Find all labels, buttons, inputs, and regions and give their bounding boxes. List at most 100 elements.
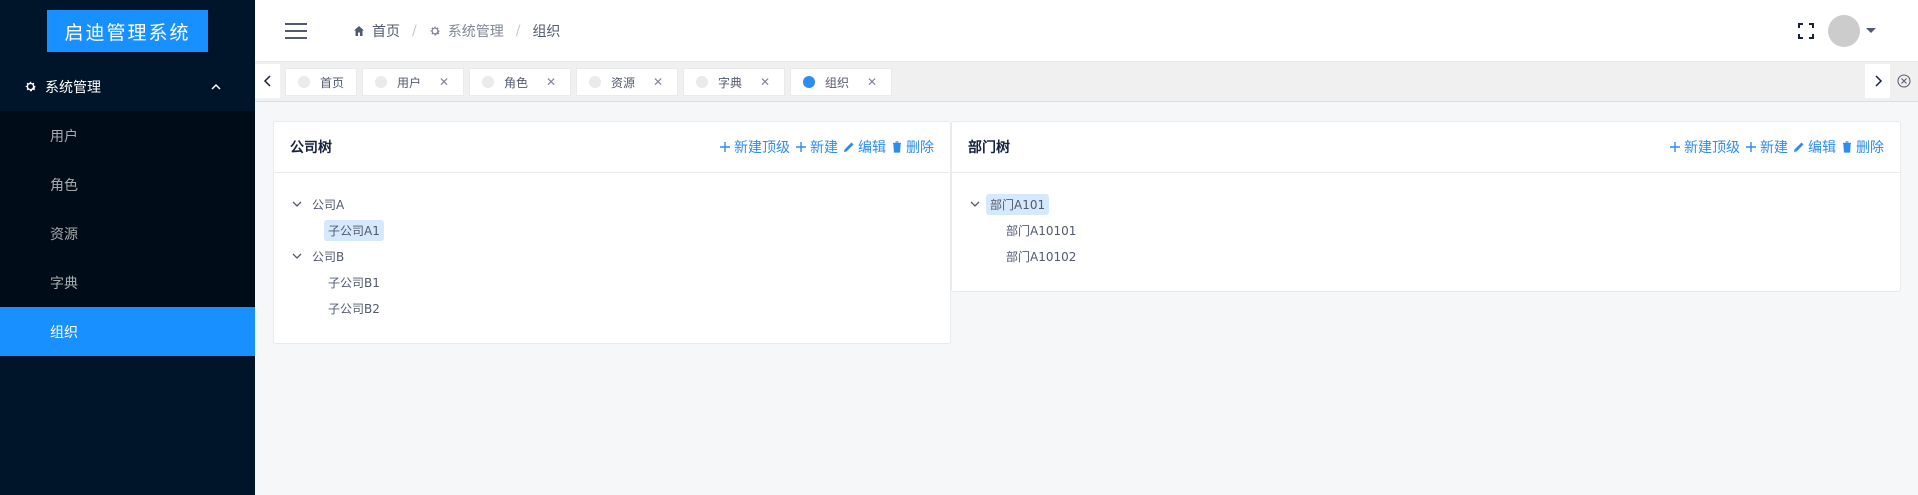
header: 首页 / 系统管理 / 组织 — [255, 0, 1918, 62]
logo[interactable]: 启迪管理系统 — [47, 10, 208, 52]
tag-dot — [696, 76, 708, 88]
submenu: 用户 角色 资源 字典 组织 — [0, 111, 255, 356]
caret-down-icon[interactable] — [1866, 28, 1876, 33]
tag-dot — [803, 76, 815, 88]
tag-organization[interactable]: 组织 ✕ — [790, 68, 892, 96]
trash-icon — [1841, 141, 1853, 153]
card-header: 部门树 新建顶级 新建 编辑 删除 — [952, 122, 1900, 173]
tree-node[interactable]: 子公司B1 — [290, 269, 950, 295]
home-icon — [353, 25, 365, 37]
tag-label: 资源 — [611, 75, 636, 90]
logo-area: 启迪管理系统 — [0, 0, 255, 62]
edit-button[interactable]: 编辑 — [1793, 137, 1836, 157]
chevron-down-icon[interactable] — [968, 197, 982, 211]
breadcrumb-section: 系统管理 — [429, 21, 504, 41]
sidebar-item-roles[interactable]: 角色 — [0, 160, 255, 209]
tree-node[interactable]: 子公司A1 — [290, 217, 950, 243]
tag-dictionary[interactable]: 字典 ✕ — [683, 68, 785, 96]
breadcrumb-current: 组织 — [532, 23, 561, 40]
delete-label: 删除 — [1856, 140, 1884, 156]
chevron-down-icon[interactable] — [290, 197, 304, 211]
trash-icon — [891, 141, 903, 153]
card-title: 公司树 — [290, 140, 332, 156]
tag-dot — [375, 76, 387, 88]
tag-users[interactable]: 用户 ✕ — [362, 68, 464, 96]
tag-home[interactable]: 首页 — [285, 68, 357, 96]
department-tree-card: 部门树 新建顶级 新建 编辑 删除 部门A101 部门A10101 部门A101… — [951, 121, 1901, 292]
tag-dot — [589, 76, 601, 88]
breadcrumb-separator: / — [515, 22, 521, 39]
tree-node-label: 子公司A1 — [324, 219, 384, 241]
tree-node[interactable]: 部门A10102 — [968, 243, 1900, 269]
tree-node-label: 公司A — [312, 197, 345, 212]
edit-button[interactable]: 编辑 — [843, 137, 886, 157]
close-icon[interactable]: ✕ — [546, 75, 556, 89]
tree-node[interactable]: 公司B — [290, 243, 950, 269]
breadcrumb-separator: / — [412, 22, 417, 39]
add-button[interactable]: 新建 — [1745, 137, 1788, 157]
card-actions: 新建顶级 新建 编辑 删除 — [714, 137, 934, 157]
chevron-up-icon — [210, 81, 222, 93]
tree-node[interactable]: 子公司B2 — [290, 295, 950, 321]
close-icon[interactable]: ✕ — [760, 75, 770, 89]
card-title: 部门树 — [968, 140, 1010, 156]
sidebar-item-organization[interactable]: 组织 — [0, 307, 255, 356]
tree-node[interactable]: 部门A10101 — [968, 217, 1900, 243]
delete-button[interactable]: 删除 — [891, 137, 934, 157]
delete-button[interactable]: 删除 — [1841, 137, 1884, 157]
plus-icon — [1745, 141, 1757, 153]
chevron-down-icon[interactable] — [290, 249, 304, 263]
sidebar-item-resources[interactable]: 资源 — [0, 209, 255, 258]
add-top-label: 新建顶级 — [734, 140, 790, 156]
breadcrumb-home[interactable]: 首页 — [353, 21, 400, 41]
sidebar-item-users[interactable]: 用户 — [0, 111, 255, 160]
close-icon[interactable]: ✕ — [867, 75, 877, 89]
chevron-right-icon — [1874, 75, 1882, 87]
menu-group-label: 系统管理 — [45, 79, 101, 96]
delete-label: 删除 — [906, 140, 934, 156]
tree-node[interactable]: 部门A101 — [968, 191, 1900, 217]
card-actions: 新建顶级 新建 编辑 删除 — [1664, 137, 1884, 157]
tag-label: 角色 — [504, 75, 529, 90]
tags-scroll-left-button[interactable] — [255, 64, 280, 98]
tags-list: 首页 用户 ✕ 角色 ✕ 资源 ✕ 字典 ✕ 组织 ✕ — [285, 68, 897, 96]
sidebar-item-dictionary[interactable]: 字典 — [0, 258, 255, 307]
tag-resources[interactable]: 资源 ✕ — [576, 68, 678, 96]
edit-label: 编辑 — [858, 140, 886, 156]
tag-roles[interactable]: 角色 ✕ — [469, 68, 571, 96]
tags-bar: 首页 用户 ✕ 角色 ✕ 资源 ✕ 字典 ✕ 组织 ✕ — [255, 62, 1918, 102]
add-button[interactable]: 新建 — [795, 137, 838, 157]
header-right — [1798, 14, 1876, 47]
tags-scroll-right-button[interactable] — [1865, 64, 1890, 98]
tree-node-label: 部门A101 — [986, 193, 1050, 215]
plus-icon — [795, 141, 807, 153]
tag-label: 组织 — [825, 75, 850, 90]
edit-label: 编辑 — [1808, 140, 1836, 156]
menu-group-system[interactable]: 系统管理 — [0, 62, 255, 111]
gear-icon — [429, 25, 441, 37]
tree-node-label: 子公司B2 — [328, 301, 380, 316]
tree-node[interactable]: 公司A — [290, 191, 950, 217]
tree-node-label: 子公司B1 — [328, 275, 380, 290]
add-label: 新建 — [810, 140, 838, 156]
fullscreen-icon[interactable] — [1798, 22, 1814, 39]
close-circle-icon — [1897, 74, 1911, 88]
tree-node-label: 公司B — [312, 249, 345, 264]
card-header: 公司树 新建顶级 新建 编辑 删除 — [274, 122, 950, 173]
avatar[interactable] — [1828, 14, 1860, 47]
company-tree-card: 公司树 新建顶级 新建 编辑 删除 公司A 子公司A1 公司B 子公司B1 子公… — [273, 121, 951, 344]
tree-node-label: 部门A10102 — [1006, 249, 1077, 264]
pencil-icon — [1793, 141, 1805, 153]
close-icon[interactable]: ✕ — [653, 75, 663, 89]
menu-toggle-icon[interactable] — [285, 22, 307, 39]
add-label: 新建 — [1760, 140, 1788, 156]
close-all-tags-button[interactable] — [1890, 64, 1918, 98]
breadcrumb: 首页 / 系统管理 / 组织 — [353, 21, 560, 41]
add-top-button[interactable]: 新建顶级 — [1669, 137, 1740, 157]
add-top-label: 新建顶级 — [1684, 140, 1740, 156]
breadcrumb-home-label: 首页 — [372, 23, 400, 40]
close-icon[interactable]: ✕ — [439, 75, 449, 89]
add-top-button[interactable]: 新建顶级 — [719, 137, 790, 157]
company-tree: 公司A 子公司A1 公司B 子公司B1 子公司B2 — [274, 173, 950, 321]
plus-icon — [719, 141, 731, 153]
